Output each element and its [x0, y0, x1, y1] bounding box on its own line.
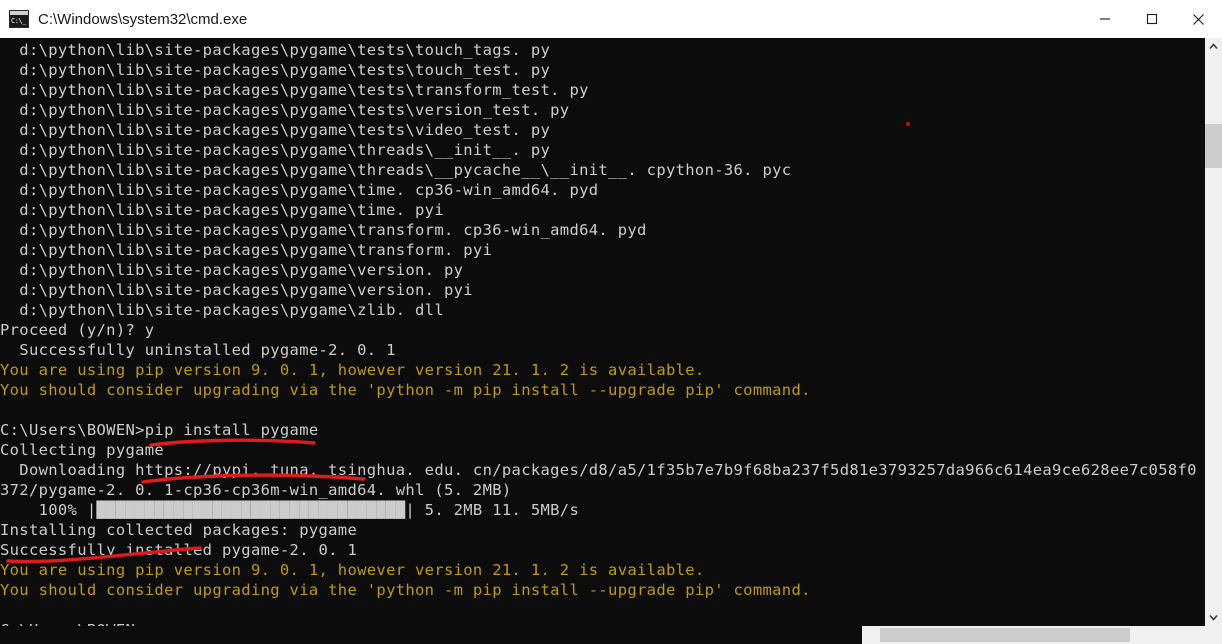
- console-output-area[interactable]: d:\python\lib\site-packages\pygame\tests…: [0, 38, 1205, 626]
- console-line: d:\python\lib\site-packages\pygame\versi…: [0, 261, 464, 279]
- console-line: d:\python\lib\site-packages\pygame\tests…: [0, 101, 570, 119]
- console-line: d:\python\lib\site-packages\pygame\tests…: [0, 81, 589, 99]
- console-line: d:\python\lib\site-packages\pygame\time.…: [0, 201, 444, 219]
- console-line: d:\python\lib\site-packages\pygame\tests…: [0, 121, 551, 139]
- maximize-button[interactable]: [1128, 0, 1175, 38]
- console-line: Installing collected packages: pygame: [0, 521, 358, 539]
- console-line: d:\python\lib\site-packages\pygame\zlib.…: [0, 301, 444, 319]
- cmd-window: C:\_ C:\Windows\system32\cmd.exe d:\pyth…: [0, 0, 1222, 644]
- console-line: You are using pip version 9. 0. 1, howev…: [0, 361, 705, 379]
- console-line: d:\python\lib\site-packages\pygame\trans…: [0, 221, 647, 239]
- console-line: d:\python\lib\site-packages\pygame\threa…: [0, 141, 551, 159]
- console-line: d:\python\lib\site-packages\pygame\tests…: [0, 61, 551, 79]
- scroll-up-arrow-icon[interactable]: [1205, 38, 1222, 55]
- cmd-console-icon: C:\_: [9, 10, 29, 28]
- console-line: d:\python\lib\site-packages\pygame\trans…: [0, 241, 493, 259]
- close-button[interactable]: [1175, 0, 1222, 38]
- horizontal-scrollbar[interactable]: [0, 626, 1222, 644]
- scroll-down-arrow-icon[interactable]: [1205, 609, 1222, 626]
- cmd-icon-prompt: C:\_: [10, 15, 28, 27]
- console-line: You are using pip version 9. 0. 1, howev…: [0, 561, 705, 579]
- console-line: You should consider upgrading via the 'p…: [0, 381, 811, 399]
- window-titlebar: C:\_ C:\Windows\system32\cmd.exe: [0, 0, 1222, 39]
- console-line: Successfully uninstalled pygame-2. 0. 1: [0, 341, 396, 359]
- horizontal-scrollbar-thumb[interactable]: [880, 628, 1130, 642]
- console-line: d:\python\lib\site-packages\pygame\time.…: [0, 181, 599, 199]
- vertical-scrollbar[interactable]: [1205, 38, 1222, 626]
- console-line: You should consider upgrading via the 'p…: [0, 581, 811, 599]
- console-line: d:\python\lib\site-packages\pygame\threa…: [0, 161, 792, 179]
- console-line: d:\python\lib\site-packages\pygame\tests…: [0, 41, 551, 59]
- console-line: 372/pygame-2. 0. 1-cp36-cp36m-win_amd64.…: [0, 481, 512, 499]
- window-controls: [1081, 0, 1222, 38]
- console-line: d:\python\lib\site-packages\pygame\versi…: [0, 281, 473, 299]
- console-line: Collecting pygame: [0, 441, 165, 459]
- console-lines: d:\python\lib\site-packages\pygame\tests…: [0, 40, 1205, 626]
- red-dot-mark: [906, 122, 910, 126]
- console-line: Successfully installed pygame-2. 0. 1: [0, 541, 358, 559]
- vertical-scrollbar-thumb[interactable]: [1205, 124, 1222, 168]
- console-line: Proceed (y/n)? y: [0, 321, 155, 339]
- minimize-button[interactable]: [1081, 0, 1128, 38]
- window-title: C:\Windows\system32\cmd.exe: [38, 10, 248, 28]
- console-line: C:\Users\BOWEN>pip install pygame: [0, 421, 319, 439]
- console-line: Downloading https://pypi. tuna. tsinghua…: [0, 461, 1197, 479]
- console-line: 100% |████████████████████████████████| …: [0, 501, 580, 519]
